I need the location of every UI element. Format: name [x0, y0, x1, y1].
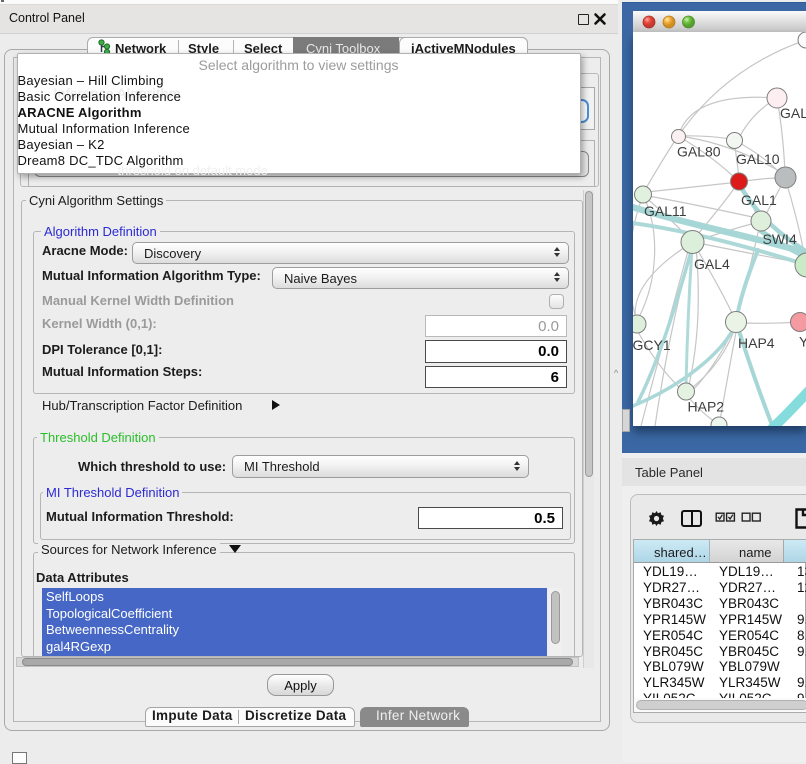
svg-text:GAL1: GAL1 — [741, 192, 777, 208]
svg-text:HAP2: HAP2 — [688, 399, 725, 415]
svg-text:SWI4: SWI4 — [763, 231, 797, 247]
svg-text:GAL11: GAL11 — [644, 203, 687, 219]
svg-text:GAL10: GAL10 — [736, 151, 780, 167]
svg-text:GAL7: GAL7 — [780, 105, 806, 121]
svg-text:HAP4: HAP4 — [738, 335, 775, 351]
svg-text:YM: YM — [799, 334, 806, 350]
svg-text:GAL4: GAL4 — [694, 256, 730, 272]
svg-text:GAL80: GAL80 — [677, 144, 721, 160]
svg-text:GCY1: GCY1 — [633, 337, 671, 353]
